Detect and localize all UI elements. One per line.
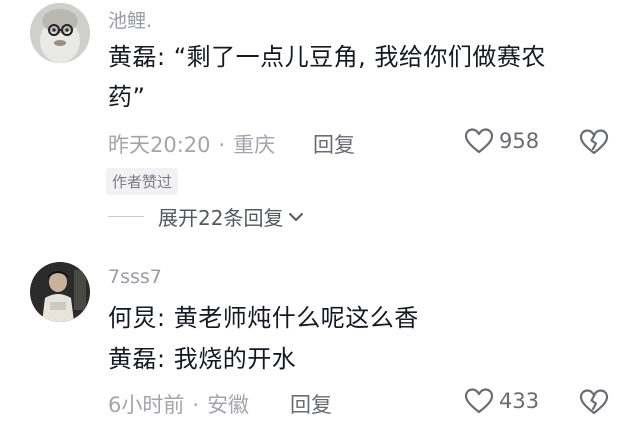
broken-heart-icon bbox=[579, 129, 609, 155]
comment-time: 昨天20:20 bbox=[108, 133, 211, 157]
meta-separator: · bbox=[192, 393, 200, 417]
comment-location: 重庆 bbox=[233, 133, 276, 157]
heart-outline-icon bbox=[464, 388, 494, 414]
expand-divider bbox=[108, 216, 144, 217]
dislike-button[interactable] bbox=[579, 128, 609, 160]
comment-username[interactable]: 7sss7 bbox=[108, 266, 162, 288]
chevron-down-icon bbox=[289, 212, 304, 221]
comment-item: 7sss7 何炅: 黄老师炖什么呢这么香 黄磊: 我烧的开水 6小时前 · 安徽 回… bbox=[0, 250, 640, 429]
like-count: 958 bbox=[499, 129, 540, 153]
reply-button[interactable]: 回复 bbox=[313, 129, 355, 159]
like-count: 433 bbox=[499, 389, 540, 413]
expand-replies-label: 展开22条回复 bbox=[158, 206, 284, 230]
like-button[interactable]: 958 bbox=[464, 127, 539, 155]
dislike-button[interactable] bbox=[579, 388, 609, 420]
comment-username[interactable]: 池鲤. bbox=[108, 6, 152, 33]
expand-replies-button[interactable]: 展开22条回复 bbox=[108, 202, 305, 231]
avatar-image bbox=[30, 262, 90, 322]
heart-outline-icon bbox=[464, 128, 494, 154]
comment-meta: 昨天20:20 · 重庆 bbox=[108, 129, 275, 159]
comment-location: 安徽 bbox=[207, 393, 250, 417]
comment-meta: 6小时前 · 安徽 bbox=[108, 389, 249, 419]
avatar-image bbox=[30, 3, 90, 63]
avatar[interactable] bbox=[30, 262, 90, 322]
comment-text-line: 黄磊: 我烧的开水 bbox=[108, 345, 297, 373]
like-button[interactable]: 433 bbox=[464, 387, 539, 415]
comment-text-line: 黄磊: “剩了一点儿豆角, 我给你们做赛农 bbox=[108, 43, 546, 71]
comment-text-line: 何炅: 黄老师炖什么呢这么香 bbox=[108, 304, 419, 332]
meta-separator: · bbox=[218, 133, 226, 157]
author-liked-badge: 作者赞过 bbox=[106, 168, 179, 195]
comment-time: 6小时前 bbox=[108, 393, 185, 417]
reply-button[interactable]: 回复 bbox=[290, 389, 332, 419]
avatar[interactable] bbox=[30, 3, 90, 63]
broken-heart-icon bbox=[579, 389, 609, 415]
comment-text-line: 药” bbox=[108, 83, 146, 111]
comment-item: 池鲤. 黄磊: “剩了一点儿豆角, 我给你们做赛农 药” 昨天20:20 · 重庆 … bbox=[0, 0, 640, 250]
